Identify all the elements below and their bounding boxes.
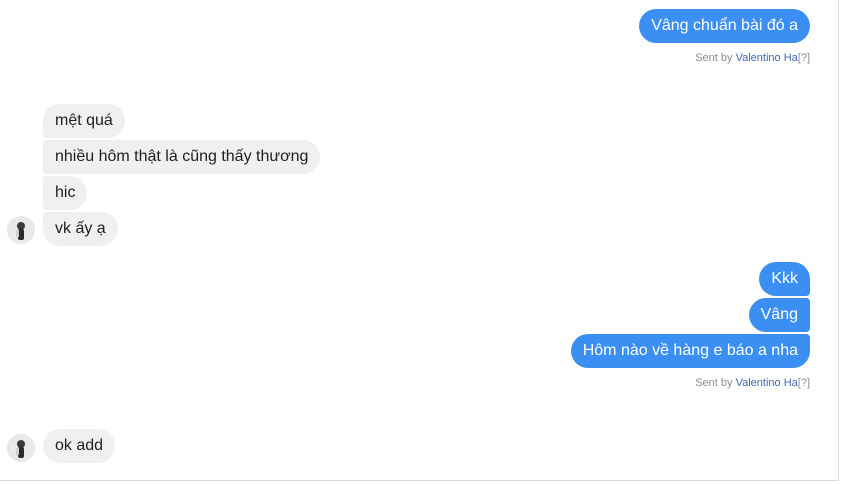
incoming-message[interactable]: mệt quá xyxy=(43,104,125,138)
incoming-message[interactable]: ok add xyxy=(43,429,116,463)
incoming-message[interactable]: hic xyxy=(43,176,88,210)
sent-by-label: Sent by Valentino Ha[?] xyxy=(695,52,810,64)
incoming-message[interactable]: nhiều hôm thật là cũng thấy thương xyxy=(43,140,321,174)
sent-by-label: Sent by Valentino Ha[?] xyxy=(695,377,810,389)
message-thread: Vâng chuẩn bài đó a Sent by Valentino Ha… xyxy=(0,0,839,481)
incoming-message[interactable]: vk ấy ạ xyxy=(43,212,118,246)
sent-by-prefix: Sent by xyxy=(695,377,733,389)
sent-by-prefix: Sent by xyxy=(695,52,733,64)
sender-name-link[interactable]: Valentino Ha xyxy=(736,377,798,389)
contact-avatar-icon[interactable] xyxy=(7,216,35,244)
outgoing-message[interactable]: Kkk xyxy=(759,262,810,296)
contact-avatar-icon[interactable] xyxy=(7,434,35,462)
help-link[interactable]: [?] xyxy=(798,52,810,64)
outgoing-message[interactable]: Hôm nào về hàng e báo a nha xyxy=(570,334,810,368)
outgoing-message[interactable]: Vâng xyxy=(748,298,810,332)
outgoing-message[interactable]: Vâng chuẩn bài đó a xyxy=(639,9,810,43)
sender-name-link[interactable]: Valentino Ha xyxy=(736,52,798,64)
help-link[interactable]: [?] xyxy=(798,377,810,389)
